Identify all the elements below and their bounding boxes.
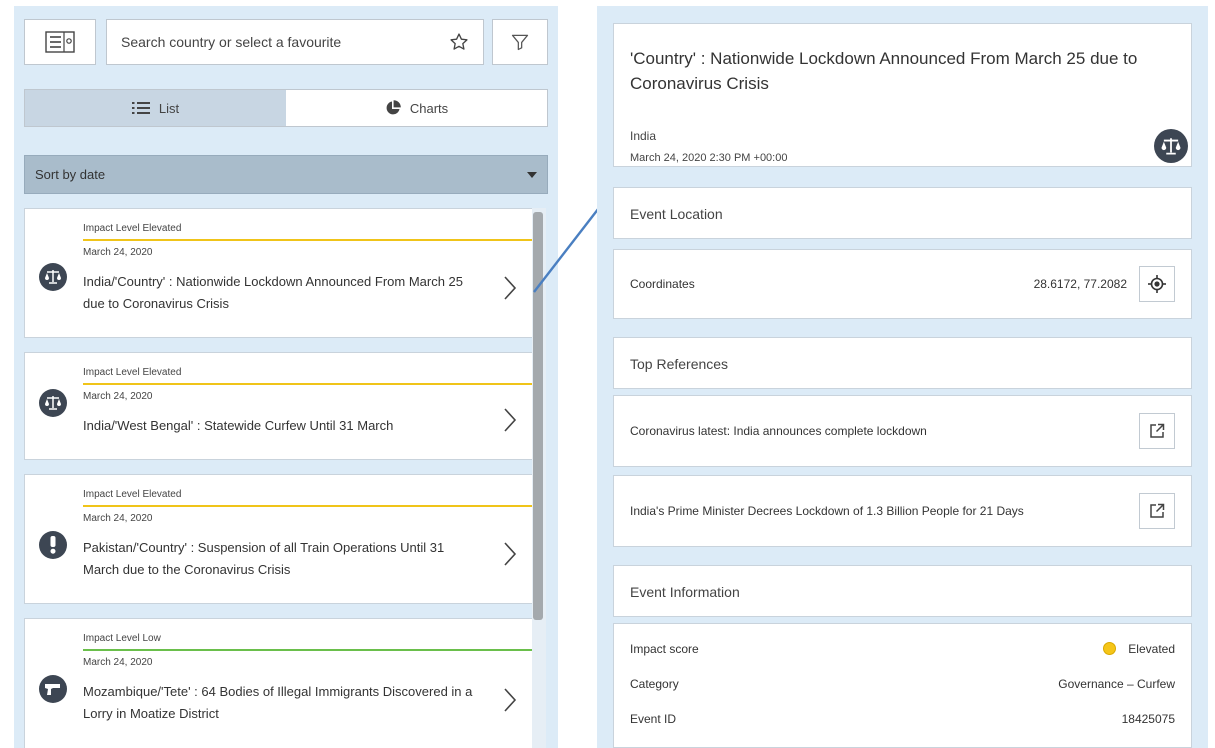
reference-title[interactable]: India's Prime Minister Decrees Lockdown … <box>630 504 1024 518</box>
event-card[interactable]: Impact Level Elevated March 24, 2020 Ind… <box>24 208 534 338</box>
gun-icon <box>39 675 67 703</box>
chevron-right-icon <box>504 408 517 432</box>
exclamation-icon <box>39 531 67 559</box>
event-id-value: 18425075 <box>1121 712 1175 726</box>
coordinates-value: 28.6172, 77.2082 <box>1033 277 1127 291</box>
impact-level-rule <box>83 383 533 385</box>
event-date: March 24, 2020 <box>83 513 153 524</box>
search-box <box>106 19 484 65</box>
section-heading: Event Location <box>630 206 723 222</box>
star-favourite-icon[interactable] <box>449 32 469 52</box>
filter-icon <box>511 34 529 51</box>
event-title: Pakistan/'Country' : Suspension of all T… <box>83 540 445 577</box>
event-location-section: Event Location <box>613 187 1192 239</box>
chevron-right-icon <box>504 276 517 300</box>
event-detail-header: 'Country' : Nationwide Lockdown Announce… <box>613 23 1192 167</box>
impact-score-label: Impact score <box>630 642 699 656</box>
locate-on-map-button[interactable] <box>1139 266 1175 302</box>
pie-chart-icon <box>386 100 401 115</box>
event-id-row: Event ID 18425075 <box>630 712 1175 726</box>
scales-icon <box>1154 129 1188 163</box>
impact-level-label: Impact Level Elevated <box>83 367 182 378</box>
event-card[interactable]: Impact Level Elevated March 24, 2020 Pak… <box>24 474 534 604</box>
tab-list[interactable]: List <box>25 90 286 126</box>
open-reference-button[interactable] <box>1139 493 1175 529</box>
list-view-toggle-button[interactable] <box>24 19 96 65</box>
coordinates-row: Coordinates 28.6172, 77.2082 <box>613 249 1192 319</box>
filter-button[interactable] <box>492 19 548 65</box>
event-list-panel: List Charts Sort by date Impact Level El… <box>14 6 558 748</box>
chevron-right-icon <box>504 688 517 712</box>
tab-charts[interactable]: Charts <box>286 90 547 126</box>
impact-score-row: Impact score Elevated <box>630 642 1175 656</box>
scales-icon <box>39 263 67 291</box>
event-id-label: Event ID <box>630 712 677 726</box>
caret-down-icon <box>527 171 537 178</box>
event-information-section: Event Information <box>613 565 1192 617</box>
event-detail-panel: 'Country' : Nationwide Lockdown Announce… <box>597 6 1208 748</box>
event-detail-country: India <box>630 129 657 143</box>
external-link-icon <box>1150 503 1165 518</box>
event-title: India/'Country' : Nationwide Lockdown An… <box>83 274 464 311</box>
event-date: March 24, 2020 <box>83 247 153 258</box>
external-link-icon <box>1150 423 1165 438</box>
sort-dropdown[interactable]: Sort by date <box>24 155 548 194</box>
impact-level-rule <box>83 239 533 241</box>
event-title: India/'West Bengal' : Statewide Curfew U… <box>83 418 394 433</box>
coordinates-label: Coordinates <box>630 277 695 291</box>
event-detail-title: 'Country' : Nationwide Lockdown Announce… <box>630 49 1138 93</box>
impact-level-label: Impact Level Elevated <box>83 489 182 500</box>
event-title: Mozambique/'Tete' : 64 Bodies of Illegal… <box>83 684 473 721</box>
reference-item: Coronavirus latest: India announces comp… <box>613 395 1192 467</box>
event-card[interactable]: Impact Level Elevated March 24, 2020 Ind… <box>24 352 534 460</box>
category-value: Governance – Curfew <box>1058 677 1175 691</box>
event-date: March 24, 2020 <box>83 391 153 402</box>
search-input[interactable] <box>121 34 449 50</box>
impact-level-rule <box>83 505 533 507</box>
crosshair-icon <box>1148 275 1166 293</box>
sort-selected-label: Sort by date <box>35 167 106 182</box>
view-tabs: List Charts <box>24 89 548 127</box>
impact-level-label: Impact Level Elevated <box>83 223 182 234</box>
impact-score-value: Elevated <box>1128 642 1175 656</box>
event-date: March 24, 2020 <box>83 657 153 668</box>
event-detail-timestamp: March 24, 2020 2:30 PM +00:00 <box>630 152 788 164</box>
tab-list-label: List <box>158 100 180 116</box>
impact-level-label: Impact Level Low <box>83 633 161 644</box>
event-information-body: Impact score Elevated Category Governanc… <box>613 623 1192 748</box>
list-panel-icon <box>45 31 75 53</box>
chevron-right-icon <box>504 542 517 566</box>
event-card[interactable]: Impact Level Low March 24, 2020 Mozambiq… <box>24 618 534 748</box>
section-heading: Top References <box>630 356 729 372</box>
category-row: Category Governance – Curfew <box>630 677 1175 691</box>
reference-item: India's Prime Minister Decrees Lockdown … <box>613 475 1192 547</box>
open-reference-button[interactable] <box>1139 413 1175 449</box>
impact-level-rule <box>83 649 533 651</box>
list-icon <box>131 102 150 114</box>
scales-icon <box>39 389 67 417</box>
category-label: Category <box>630 677 679 691</box>
section-heading: Event Information <box>630 584 740 600</box>
tab-charts-label: Charts <box>409 100 449 116</box>
impact-status-dot <box>1103 642 1117 655</box>
reference-title[interactable]: Coronavirus latest: India announces comp… <box>630 424 927 438</box>
top-references-section: Top References <box>613 337 1192 389</box>
